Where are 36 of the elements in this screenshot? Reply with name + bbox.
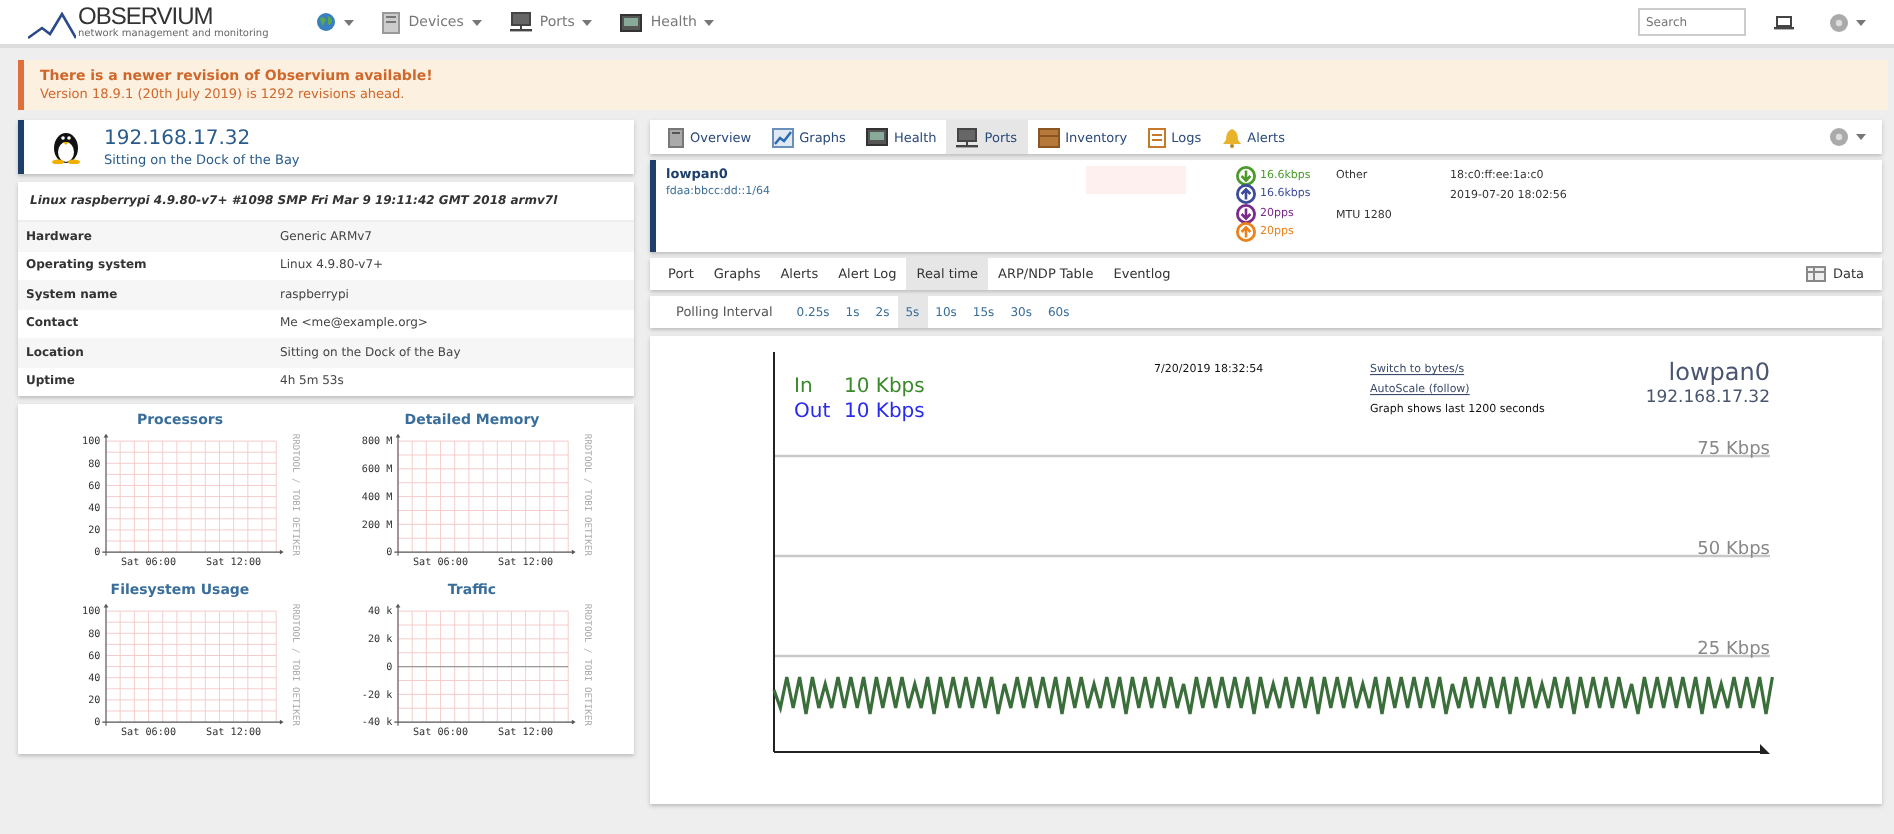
caret-icon — [471, 19, 482, 25]
caret-icon — [1856, 134, 1866, 140]
y-axis — [395, 433, 401, 557]
logo-text: OBSERVIUM — [78, 5, 215, 27]
graph-title: lowpan0 — [1668, 358, 1770, 386]
caret-icon — [704, 19, 715, 25]
legend-entry: Out 10 Kbps — [794, 401, 925, 423]
laptop-icon — [1774, 15, 1794, 29]
caret-icon — [1856, 19, 1866, 25]
log-icon — [1147, 127, 1166, 147]
server-icon — [382, 11, 401, 33]
gridline-label: 25 Kbps — [1697, 640, 1770, 660]
gridline-label: 50 Kbps — [1697, 540, 1770, 560]
chart-icon — [771, 127, 794, 147]
y-axis — [103, 603, 109, 727]
settings-icon — [1830, 128, 1848, 146]
caret-icon — [344, 19, 355, 25]
penguin-icon — [52, 130, 80, 164]
settings-icon — [1830, 13, 1848, 31]
table-icon — [1806, 266, 1827, 282]
y-axis — [395, 603, 401, 727]
legend-entry: In 10 Kbps — [794, 376, 925, 398]
bell-icon — [1221, 127, 1242, 147]
monitor-icon — [865, 128, 888, 146]
network-icon — [956, 127, 979, 147]
mountain-icon — [28, 11, 76, 39]
graph-subtitle: 192.168.17.32 — [1645, 388, 1770, 408]
box-icon — [1037, 127, 1060, 147]
device-hostname[interactable]: 192.168.17.32 — [104, 127, 300, 151]
globe-icon — [316, 12, 337, 32]
gridline-label: 75 Kbps — [1697, 440, 1770, 460]
monitor-icon — [620, 13, 643, 31]
y-axis — [103, 433, 109, 557]
network-icon — [509, 12, 532, 32]
server-icon — [668, 127, 684, 147]
caret-icon — [582, 19, 593, 25]
